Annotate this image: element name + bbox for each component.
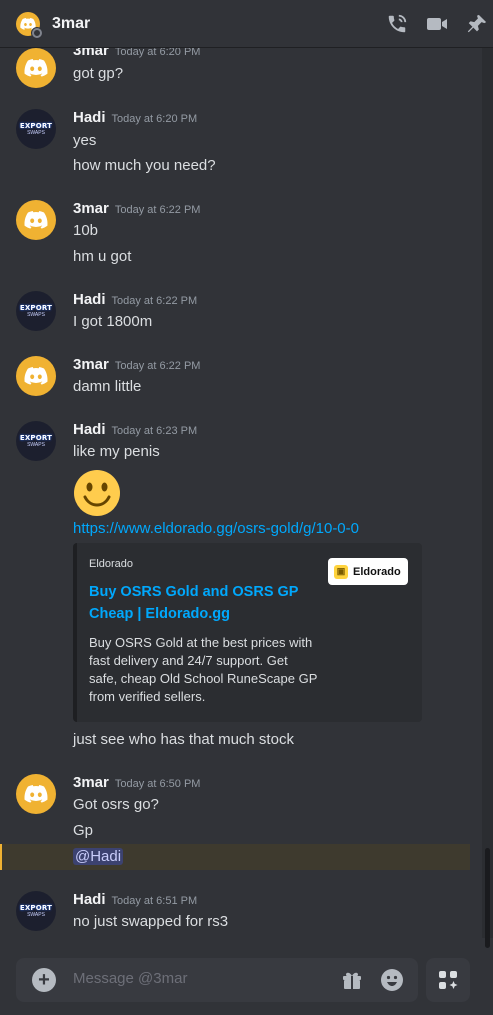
author-name[interactable]: 3mar <box>73 200 109 217</box>
link-embed: Eldorado Buy OSRS Gold and OSRS GP Cheap… <box>73 543 422 722</box>
message-text: hm u got <box>73 248 132 265</box>
message-link[interactable]: https://www.eldorado.gg/osrs-gold/g/10-0… <box>73 520 359 537</box>
author-name[interactable]: 3mar <box>73 48 109 59</box>
avatar-logo-text: EXPORT <box>19 304 53 312</box>
scrollbar-thumb[interactable] <box>485 848 490 948</box>
scrollbar[interactable] <box>482 48 493 948</box>
author-name[interactable]: Hadi <box>73 421 106 438</box>
add-attachment-icon[interactable]: + <box>32 968 56 992</box>
message-text: Gp <box>73 822 94 839</box>
avatar-logo-text: EXPORT <box>19 434 53 442</box>
username[interactable]: 3mar Today at 6:20 PM <box>73 48 200 59</box>
author-name[interactable]: 3mar <box>73 356 109 373</box>
status-indicator <box>31 26 43 39</box>
avatar[interactable] <box>16 356 56 396</box>
avatar[interactable]: EXPORT SWAPS <box>16 291 56 331</box>
message-composer[interactable]: + Message @3mar <box>16 958 418 1002</box>
avatar-logo-text: EXPORT <box>19 122 53 130</box>
avatar-logo-subtext: SWAPS <box>27 312 45 318</box>
username[interactable]: 3mar Today at 6:50 PM <box>73 774 200 791</box>
embed-provider[interactable]: Eldorado <box>89 558 133 570</box>
timestamp: Today at 6:22 PM <box>111 295 198 307</box>
timestamp: Today at 6:22 PM <box>114 204 201 216</box>
message-text: got gp? <box>73 65 124 82</box>
apps-icon <box>439 971 458 989</box>
author-name[interactable]: Hadi <box>73 109 106 126</box>
timestamp: Today at 6:22 PM <box>114 360 201 372</box>
message-text: like my penis <box>73 443 160 460</box>
embed-description: Buy OSRS Gold at the best prices with fa… <box>89 635 318 704</box>
message-text: how much you need? <box>73 157 216 174</box>
apps-button[interactable] <box>426 958 470 1002</box>
username[interactable]: Hadi Today at 6:23 PM <box>73 421 197 438</box>
message-text: damn little <box>73 378 142 395</box>
message-text: Got osrs go? <box>73 796 159 813</box>
author-name[interactable]: Hadi <box>73 291 106 308</box>
embed-thumbnail[interactable]: ▣ Eldorado <box>328 558 408 585</box>
emoji-picker-icon[interactable] <box>380 968 404 992</box>
pin-icon[interactable] <box>465 12 489 36</box>
message-text: @Hadi <box>73 848 124 865</box>
message-text: no just swapped for rs3 <box>73 913 229 930</box>
avatar-logo-text: EXPORT <box>19 904 53 912</box>
timestamp: Today at 6:23 PM <box>111 425 198 437</box>
avatar[interactable] <box>16 200 56 240</box>
author-name[interactable]: 3mar <box>73 774 109 791</box>
message-input[interactable]: Message @3mar <box>73 970 187 987</box>
channel-header: 3mar <box>0 0 493 48</box>
timestamp: Today at 6:51 PM <box>111 895 198 907</box>
username[interactable]: Hadi Today at 6:22 PM <box>73 291 197 308</box>
avatar-logo-subtext: SWAPS <box>27 130 45 136</box>
avatar-logo-subtext: SWAPS <box>27 912 45 918</box>
eldorado-logo-icon: ▣ <box>334 564 348 579</box>
channel-name: 3mar <box>52 14 91 32</box>
embed-title[interactable]: Buy OSRS Gold and OSRS GP Cheap | Eldora… <box>89 581 309 625</box>
timestamp: Today at 6:20 PM <box>111 113 198 125</box>
message-text: I got 1800m <box>73 313 153 330</box>
message-text: just see who has that much stock <box>73 731 294 748</box>
timestamp: Today at 6:50 PM <box>114 778 201 790</box>
avatar[interactable] <box>16 48 56 88</box>
mention-highlight <box>0 844 470 870</box>
timestamp: Today at 6:20 PM <box>114 48 201 58</box>
gift-icon[interactable] <box>340 968 364 992</box>
thumbnail-text: Eldorado <box>353 565 401 578</box>
video-call-icon[interactable] <box>425 12 449 36</box>
slightly-smiling-face-emoji-icon[interactable] <box>73 469 121 517</box>
message-text: 10b <box>73 222 99 239</box>
author-name[interactable]: Hadi <box>73 891 106 908</box>
dm-avatar[interactable] <box>16 11 43 39</box>
username[interactable]: 3mar Today at 6:22 PM <box>73 356 200 373</box>
message-text: yes <box>73 132 97 149</box>
avatar[interactable]: EXPORT SWAPS <box>16 891 56 931</box>
avatar[interactable]: EXPORT SWAPS <box>16 109 56 149</box>
username[interactable]: Hadi Today at 6:20 PM <box>73 109 197 126</box>
avatar-logo-subtext: SWAPS <box>27 442 45 448</box>
user-mention[interactable]: @Hadi <box>73 848 124 865</box>
avatar[interactable] <box>16 774 56 814</box>
username[interactable]: Hadi Today at 6:51 PM <box>73 891 197 908</box>
avatar[interactable]: EXPORT SWAPS <box>16 421 56 461</box>
voice-call-icon[interactable] <box>385 12 409 36</box>
username[interactable]: 3mar Today at 6:22 PM <box>73 200 200 217</box>
